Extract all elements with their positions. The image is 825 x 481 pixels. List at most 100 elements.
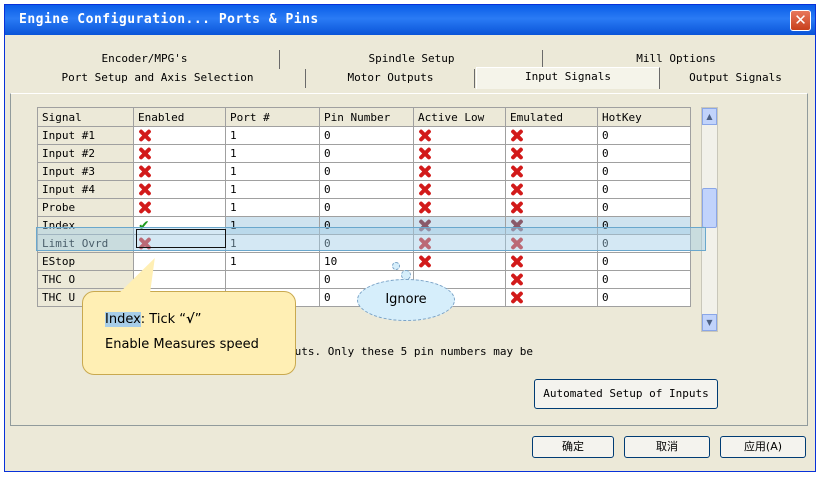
- signal-cell: Input #3: [37, 162, 134, 181]
- scroll-thumb[interactable]: [702, 188, 717, 228]
- callout-line-1: Index: Tick “√”: [105, 312, 201, 327]
- close-button[interactable]: ✕: [790, 10, 811, 31]
- table-row[interactable]: Probe 1 0 0: [37, 198, 691, 217]
- tab-input-signals[interactable]: Input Signals: [476, 67, 660, 89]
- disabled-x-icon: [510, 273, 523, 286]
- tab-motor-outputs[interactable]: Motor Outputs: [307, 69, 475, 88]
- active-low-cell[interactable]: [413, 180, 506, 199]
- port-cell[interactable]: 1: [225, 198, 320, 217]
- port-cell[interactable]: 1: [225, 144, 320, 163]
- grid-scrollbar[interactable]: ▲ ▼: [701, 107, 718, 332]
- disabled-x-icon: [138, 201, 151, 214]
- col-hotkey[interactable]: HotKey: [597, 107, 691, 127]
- disabled-x-icon: [418, 165, 431, 178]
- disabled-x-icon: [138, 183, 151, 196]
- automated-setup-button[interactable]: Automated Setup of Inputs: [534, 379, 718, 409]
- signal-cell: Input #1: [37, 126, 134, 145]
- enabled-cell[interactable]: [133, 198, 226, 217]
- col-emulated[interactable]: Emulated: [505, 107, 598, 127]
- port-cell[interactable]: 1: [225, 162, 320, 181]
- hotkey-cell[interactable]: 0: [597, 126, 691, 145]
- hotkey-cell[interactable]: 0: [597, 162, 691, 181]
- signal-cell: THC O: [37, 270, 134, 289]
- ok-button[interactable]: 确定: [532, 436, 614, 458]
- pin-cell[interactable]: 0: [319, 198, 414, 217]
- pin-cell[interactable]: 0: [319, 144, 414, 163]
- hotkey-cell[interactable]: 0: [597, 252, 691, 271]
- emulated-cell[interactable]: [505, 162, 598, 181]
- col-enabled[interactable]: Enabled: [133, 107, 226, 127]
- active-low-cell[interactable]: [413, 126, 506, 145]
- hotkey-cell[interactable]: 0: [597, 144, 691, 163]
- title-bar[interactable]: Engine Configuration... Ports & Pins ✕: [5, 5, 815, 35]
- active-low-cell[interactable]: [413, 144, 506, 163]
- disabled-x-icon: [510, 147, 523, 160]
- scroll-up-icon[interactable]: ▲: [702, 108, 717, 125]
- signal-cell: Input #4: [37, 180, 134, 199]
- hotkey-cell[interactable]: 0: [597, 288, 691, 307]
- emulated-cell[interactable]: [505, 252, 598, 271]
- window-title: Engine Configuration... Ports & Pins: [19, 12, 319, 27]
- port-cell[interactable]: 1: [225, 126, 320, 145]
- callout-tick-close: ”: [194, 312, 202, 327]
- cancel-button[interactable]: 取消: [624, 436, 710, 458]
- emulated-cell[interactable]: [505, 180, 598, 199]
- col-active-low[interactable]: Active Low: [413, 107, 506, 127]
- callout-tick-symbol: √: [186, 312, 195, 327]
- emulated-cell[interactable]: [505, 126, 598, 145]
- ignore-bubble-dot-1: [392, 262, 400, 270]
- scroll-down-icon[interactable]: ▼: [702, 314, 717, 331]
- disabled-x-icon: [510, 291, 523, 304]
- port-cell[interactable]: [225, 270, 320, 289]
- tab-encoder-mpg[interactable]: Encoder/MPG's: [10, 50, 280, 69]
- col-pin-number[interactable]: Pin Number: [319, 107, 414, 127]
- index-enabled-focus-box: [136, 229, 226, 248]
- emulated-cell[interactable]: [505, 288, 598, 307]
- col-port[interactable]: Port #: [225, 107, 320, 127]
- signal-cell: Input #2: [37, 144, 134, 163]
- pin-cell[interactable]: 0: [319, 126, 414, 145]
- hotkey-cell[interactable]: 0: [597, 198, 691, 217]
- emulated-cell[interactable]: [505, 270, 598, 289]
- port-cell[interactable]: 1: [225, 252, 320, 271]
- table-row[interactable]: Input #4 1 0 0: [37, 180, 691, 199]
- active-low-cell[interactable]: [413, 162, 506, 181]
- signal-cell: Probe: [37, 198, 134, 217]
- tab-output-signals[interactable]: Output Signals: [663, 69, 808, 88]
- enabled-cell[interactable]: [133, 126, 226, 145]
- disabled-x-icon: [418, 183, 431, 196]
- active-low-cell[interactable]: [413, 252, 506, 271]
- disabled-x-icon: [418, 201, 431, 214]
- disabled-x-icon: [138, 165, 151, 178]
- table-row[interactable]: Input #1 1 0 0: [37, 126, 691, 145]
- tab-port-setup[interactable]: Port Setup and Axis Selection: [10, 69, 306, 88]
- disabled-x-icon: [418, 129, 431, 142]
- enabled-cell[interactable]: [133, 180, 226, 199]
- disabled-x-icon: [138, 147, 151, 160]
- callout-tick-text: : Tick “: [140, 312, 187, 327]
- callout-index-word: Index: [105, 312, 141, 327]
- emulated-cell[interactable]: [505, 198, 598, 217]
- active-low-cell[interactable]: [413, 198, 506, 217]
- apply-button[interactable]: 应用(A): [720, 436, 806, 458]
- enabled-cell[interactable]: [133, 144, 226, 163]
- disabled-x-icon: [510, 183, 523, 196]
- pin-note: puts. Only these 5 pin numbers may be: [288, 345, 534, 358]
- disabled-x-icon: [510, 165, 523, 178]
- pin-cell[interactable]: 0: [319, 162, 414, 181]
- pin-cell[interactable]: 0: [319, 180, 414, 199]
- port-cell[interactable]: 1: [225, 180, 320, 199]
- disabled-x-icon: [510, 201, 523, 214]
- emulated-cell[interactable]: [505, 144, 598, 163]
- col-signal[interactable]: Signal: [37, 107, 134, 127]
- disabled-x-icon: [138, 129, 151, 142]
- table-row[interactable]: Input #3 1 0 0: [37, 162, 691, 181]
- enabled-cell[interactable]: [133, 162, 226, 181]
- hotkey-cell[interactable]: 0: [597, 180, 691, 199]
- index-callout: Index: Tick “√” Enable Measures speed: [82, 291, 296, 375]
- disabled-x-icon: [418, 255, 431, 268]
- disabled-x-icon: [510, 255, 523, 268]
- disabled-x-icon: [510, 129, 523, 142]
- hotkey-cell[interactable]: 0: [597, 270, 691, 289]
- table-row[interactable]: Input #2 1 0 0: [37, 144, 691, 163]
